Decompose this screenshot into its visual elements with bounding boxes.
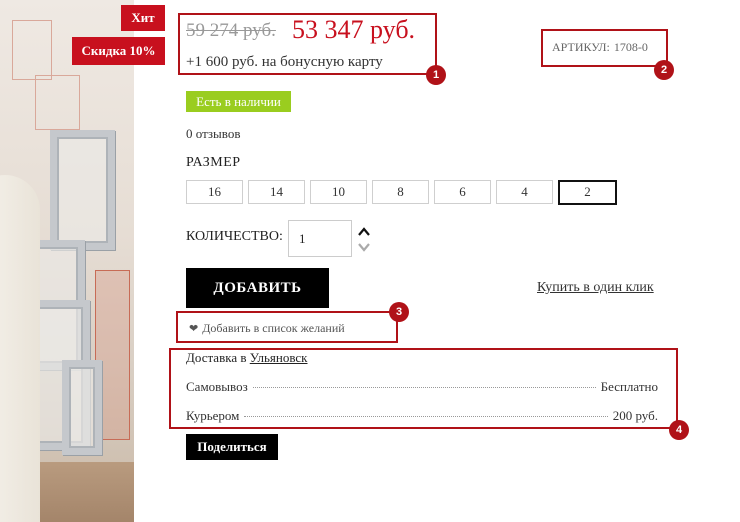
quantity-input[interactable]: 1: [288, 220, 352, 257]
chevron-up-icon[interactable]: [357, 226, 371, 238]
size-option[interactable]: 8: [372, 180, 429, 204]
size-option[interactable]: 4: [496, 180, 553, 204]
buy-one-click-link[interactable]: Купить в один клик: [537, 280, 654, 296]
chevron-down-icon[interactable]: [357, 241, 371, 253]
wall-sketch: [35, 75, 80, 130]
hit-badge: Хит: [121, 5, 165, 31]
size-option[interactable]: 16: [186, 180, 243, 204]
product-photo: [0, 0, 134, 522]
annotation-marker-3: 3: [389, 302, 409, 322]
in-stock-badge: Есть в наличии: [186, 91, 291, 112]
picture-frame: [50, 130, 115, 250]
size-option[interactable]: 14: [248, 180, 305, 204]
annotation-marker-1: 1: [426, 65, 446, 85]
wall-sketch: [12, 20, 52, 80]
annotation-box-2: [541, 29, 668, 67]
picture-frame: [62, 360, 102, 455]
add-to-cart-button[interactable]: ДОБАВИТЬ: [186, 268, 329, 308]
size-option[interactable]: 10: [310, 180, 367, 204]
dress: [0, 175, 40, 522]
annotation-box-4: [169, 348, 678, 429]
annotation-box-3: [176, 311, 398, 343]
annotation-marker-4: 4: [669, 420, 689, 440]
annotation-box-1: [178, 13, 437, 75]
annotation-marker-2: 2: [654, 60, 674, 80]
size-option-selected[interactable]: 2: [558, 180, 617, 205]
size-option[interactable]: 6: [434, 180, 491, 204]
share-button[interactable]: Поделиться: [186, 434, 278, 460]
reviews-link[interactable]: 0 отзывов: [186, 126, 240, 142]
size-label: РАЗМЕР: [186, 155, 241, 170]
quantity-label: КОЛИЧЕСТВО:: [186, 229, 283, 244]
sale-badge: Скидка 10%: [72, 37, 165, 65]
